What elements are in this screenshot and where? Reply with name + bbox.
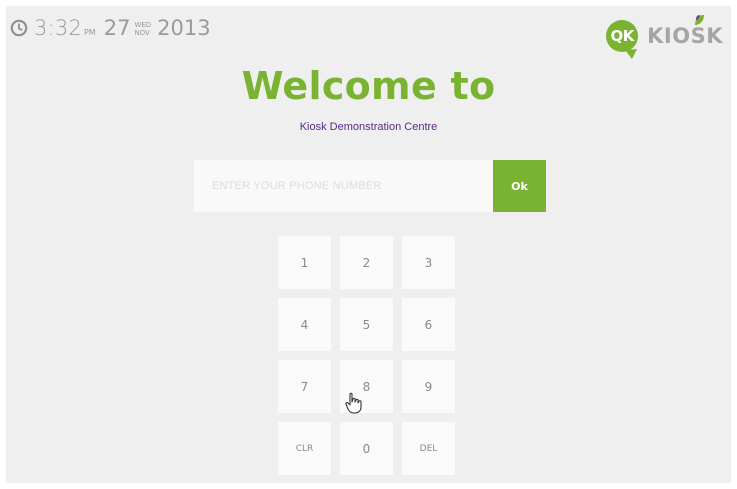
status-ampm: PM <box>83 27 96 37</box>
welcome-title: Welcome to <box>241 64 496 108</box>
status-time: 3:32 <box>34 16 82 40</box>
welcome-subtitle: Kiosk Demonstration Centre <box>299 121 438 133</box>
key-5[interactable]: 5 <box>340 298 393 351</box>
status-bar: 3:32 PM 27 WED NOV 2013 <box>10 16 211 40</box>
key-delete[interactable]: DEL <box>402 422 455 475</box>
key-3[interactable]: 3 <box>402 236 455 289</box>
key-4[interactable]: 4 <box>278 298 331 351</box>
status-month: NOV <box>134 29 150 37</box>
status-weekday-month: WED NOV <box>134 21 151 37</box>
logo-badge: QK <box>605 19 645 59</box>
qk-kiosk-logo: QK KIOSK <box>605 15 723 59</box>
status-year: 2013 <box>157 16 211 40</box>
key-1[interactable]: 1 <box>278 236 331 289</box>
key-6[interactable]: 6 <box>402 298 455 351</box>
leaf-icon <box>695 15 704 25</box>
numeric-keypad: 1 2 3 4 5 6 7 8 9 CLR 0 DEL <box>278 236 455 475</box>
status-weekday: WED <box>134 21 152 29</box>
key-7[interactable]: 7 <box>278 360 331 413</box>
logo-word: KIOSK <box>647 24 723 48</box>
phone-entry-row: Ok <box>194 160 546 212</box>
key-2[interactable]: 2 <box>340 236 393 289</box>
clock-icon <box>10 19 28 37</box>
key-9[interactable]: 9 <box>402 360 455 413</box>
phone-number-input[interactable] <box>194 160 493 212</box>
kiosk-screen: 3:32 PM 27 WED NOV 2013 QK KIOSK Welcome… <box>6 6 731 483</box>
status-day: 27 <box>103 16 131 40</box>
hand-pointer-icon <box>345 392 362 414</box>
key-0[interactable]: 0 <box>340 422 393 475</box>
logo-badge-text: QK <box>610 27 634 45</box>
ok-button[interactable]: Ok <box>493 160 546 212</box>
key-clear[interactable]: CLR <box>278 422 331 475</box>
